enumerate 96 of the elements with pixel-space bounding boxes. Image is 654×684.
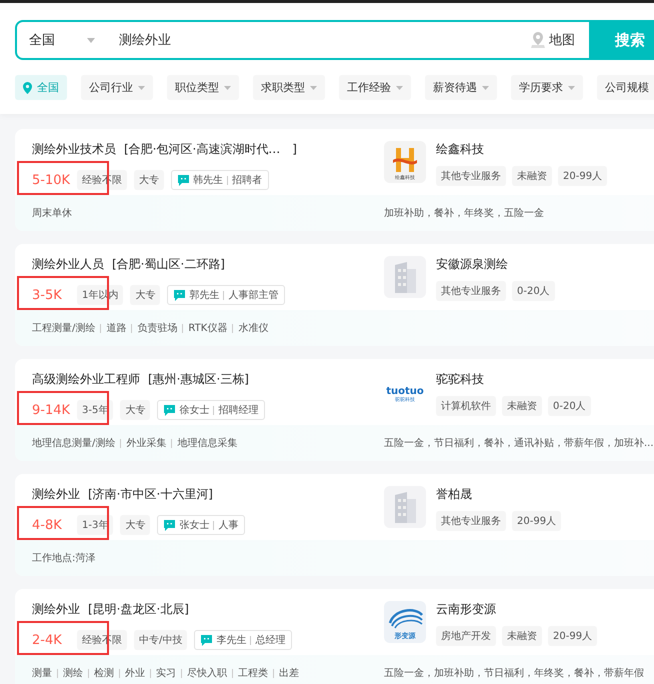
building-icon [384,256,426,298]
chat-icon [164,404,176,416]
search-input[interactable]: 测绘外业 [119,32,530,48]
filter-button[interactable]: 求职类型 [253,75,325,100]
salary: 2-4K [32,632,63,648]
location-pin-icon [23,82,32,94]
job-location: [合肥·蜀山区·二环路] [112,256,225,273]
chat-icon [201,634,212,646]
skill-tag: 尽快入职 [187,666,227,680]
skill-tag: 外业 [125,666,145,680]
skill-tag: 出差 [279,666,299,680]
job-tag: 大专 [120,400,150,420]
skill-tag: 地理信息采集 [177,436,238,450]
job-location: [济南·市中区·十六里河] [88,486,213,503]
skill-tag: 检测 [94,666,114,680]
company-name[interactable]: 誉柏晟 [436,486,562,503]
salary: 5-10K [32,172,70,188]
company-tag: 0-20人 [512,281,555,301]
job-title[interactable]: 测绘外业技术员 [32,141,116,158]
recruiter-chip[interactable]: 郭先生 人事部主管 [167,285,286,305]
chat-icon [178,174,190,186]
building-icon [384,486,426,528]
caret-icon [138,86,145,90]
skill-tag: 周末单休 [32,206,72,220]
company-tag: 0-20人 [548,396,591,416]
company-tag: 20-99人 [548,626,598,646]
map-pin-icon [530,31,546,49]
filter-button[interactable]: 工作经验 [339,75,411,100]
job-location: [合肥·包河区·高速滨湖时代… ] [124,141,297,158]
job-card[interactable]: 测绘外业人员 [合肥·蜀山区·二环路] 3-5K 1年以内 大专 郭先生 人事部主管 安徽源泉测绘 其他专业服务 0-20人 工程测量/测绘 道路 负责驻场 RTK仪器 水准仪 [15,244,654,346]
skill-tag: 道路 [106,321,126,335]
benefits-text: 加班补助，餐补，年终奖，五险一金 [384,206,544,220]
filter-button[interactable]: 学历要求 [511,75,583,100]
company-tag: 房地产开发 [436,626,496,646]
skill-tag: RTK仪器 [188,321,228,335]
skill-tag: 外业采集 [126,436,166,450]
caret-icon [396,86,403,90]
caret-icon [568,86,575,90]
job-tag: 3-5年 [77,400,114,420]
map-button[interactable]: 地图 [530,31,589,49]
skill-tag: 负责驻场 [137,321,178,335]
company-name[interactable]: 安徽源泉测绘 [436,256,555,273]
skill-tag: 地理信息测量/测绘 [32,436,116,450]
filter-button[interactable]: 公司行业 [81,75,153,100]
company-name[interactable]: 绘鑫科技 [436,141,608,158]
recruiter-chip[interactable]: 韩先生 招聘者 [171,170,270,190]
filter-button[interactable]: 职位类型 [167,75,239,100]
job-location: [昆明·盘龙区·北辰] [88,601,189,618]
job-tag: 1-3年 [77,515,114,535]
skill-tag: 工程类 [238,666,268,680]
caret-icon [87,38,95,42]
company-tag: 未融资 [512,166,552,186]
skill-tag: 测量 [32,666,52,680]
city-select[interactable]: 全国 [17,31,87,49]
chat-icon [174,290,186,300]
job-title[interactable]: 测绘外业 [32,486,80,503]
job-tag: 大专 [130,285,160,305]
search-field[interactable]: 全国 测绘外业 地图 [15,20,589,60]
company-tag: 20-99人 [558,166,608,186]
filter-button[interactable]: 薪资待遇 [425,75,497,100]
salary: 9-14K [32,402,70,418]
recruiter-chip[interactable]: 徐女士 招聘经理 [157,400,266,420]
filter-button[interactable]: 公司规模 [597,75,654,100]
skill-tag: 工程测量/测绘 [32,321,96,335]
benefits-text: 五险一金，加班补助，节日福利，年终奖，餐补，带薪年假 [384,666,644,680]
job-tag: 大专 [120,515,150,535]
salary: 4-8K [32,518,63,532]
company-tag: 其他专业服务 [436,511,506,531]
company-tag: 20-99人 [512,511,562,531]
job-title[interactable]: 高级测绘外业工程师 [32,371,140,388]
skill-tag: 实习 [156,666,176,680]
recruiter-chip[interactable]: 张女士 人事 [157,515,246,535]
skill-tag: 测绘 [63,666,83,680]
company-name[interactable]: 云南形变源 [436,601,598,618]
job-card[interactable]: 测绘外业 [济南·市中区·十六里河] 4-8K 1-3年 大专 张女士 人事 誉柏晟 其他专业服务 20-99人 工作地点:菏泽 [15,474,654,576]
salary: 3-5K [32,288,63,302]
skill-tag: 水准仪 [238,321,268,335]
job-title[interactable]: 测绘外业 [32,601,80,618]
job-title[interactable]: 测绘外业人员 [32,256,104,273]
caret-icon [310,86,317,90]
company-tag: 未融资 [502,626,542,646]
caret-icon [482,86,489,90]
caret-icon [224,86,231,90]
recruiter-chip[interactable]: 李先生 总经理 [194,630,292,650]
job-tag: 1年以内 [77,285,124,305]
company-tag: 计算机软件 [436,396,496,416]
company-name[interactable]: 驼驼科技 [436,371,591,388]
benefits-text: 五险一金，节日福利，餐补，通讯补贴，带薪年假，加班补... [384,436,654,450]
job-tag: 大专 [134,170,164,190]
skill-tag: 工作地点:菏泽 [32,551,96,565]
company-tag: 未融资 [502,396,542,416]
chat-icon [164,520,176,530]
company-tag: 其他专业服务 [436,281,506,301]
job-location: [惠州·惠城区·三栋] [148,371,249,388]
job-tag: 中专/中技 [134,630,188,650]
company-tag: 其他专业服务 [436,166,506,186]
